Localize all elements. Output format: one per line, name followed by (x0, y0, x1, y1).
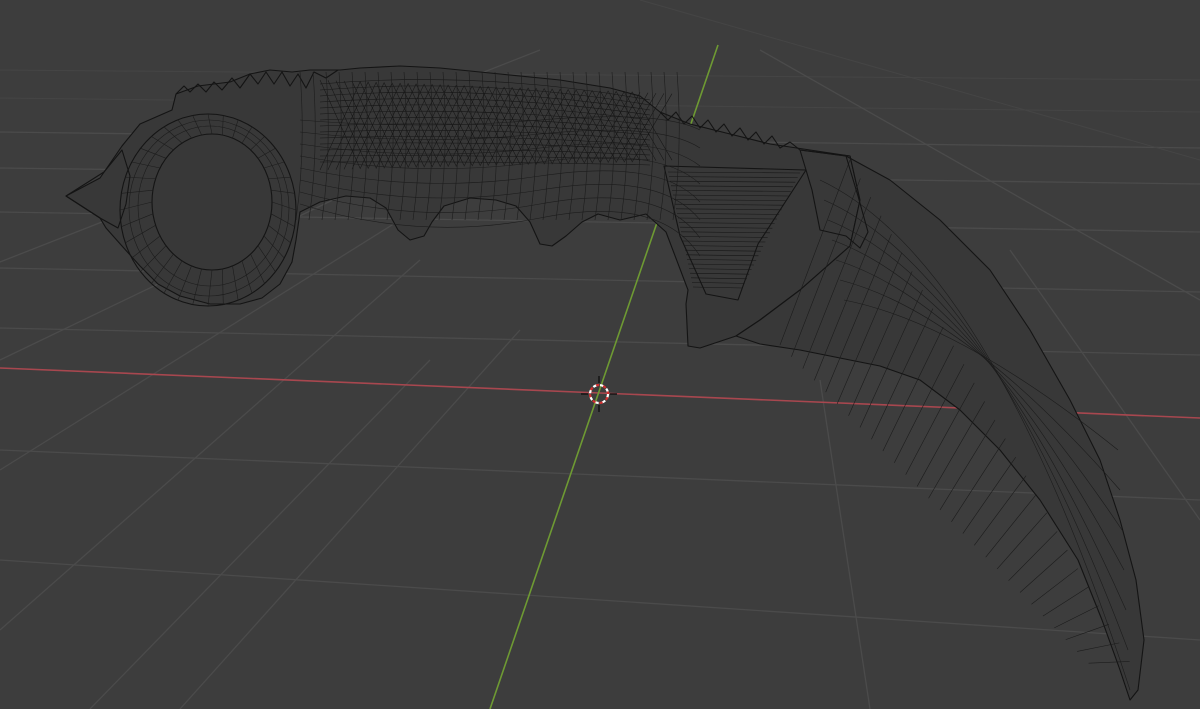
3d-viewport[interactable] (0, 0, 1200, 709)
viewport-canvas[interactable] (0, 0, 1200, 709)
karambit-mesh[interactable] (65, 65, 1145, 701)
handle-outline (65, 65, 861, 349)
